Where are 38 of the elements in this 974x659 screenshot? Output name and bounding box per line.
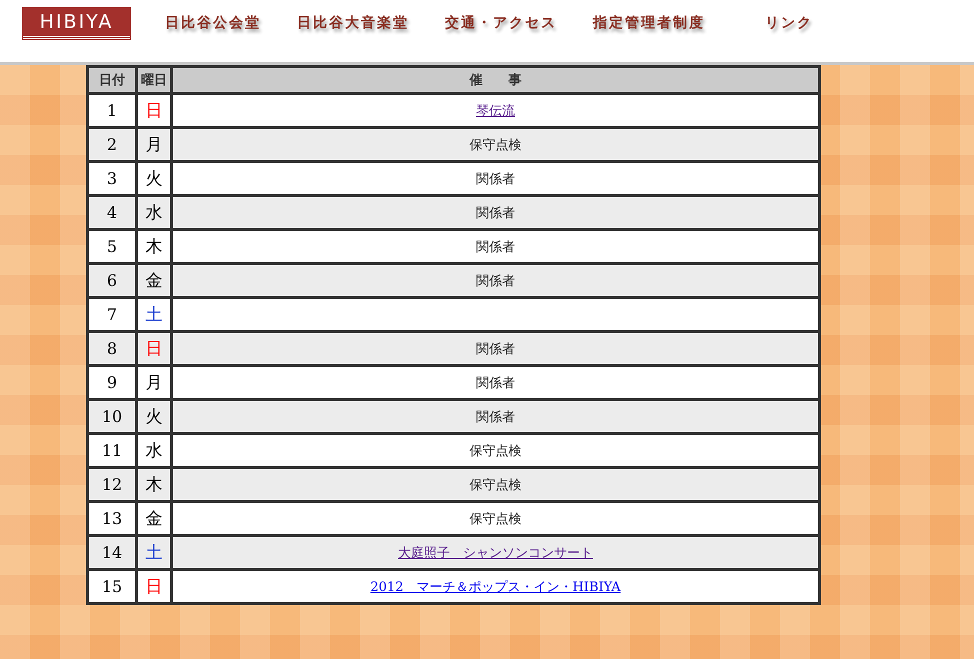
event-cell: 関係者 (172, 332, 820, 366)
date-cell: 1 (88, 94, 136, 128)
event-cell: 保守点検 (172, 502, 820, 536)
date-cell: 9 (88, 366, 136, 400)
date-cell: 3 (88, 162, 136, 196)
nav-link[interactable]: 日比谷公会堂 (165, 14, 261, 32)
column-header: 催 事 (172, 66, 820, 94)
date-cell: 10 (88, 400, 136, 434)
nav-link[interactable]: 交通・アクセス (445, 14, 557, 32)
event-cell: 保守点検 (172, 128, 820, 162)
date-cell: 8 (88, 332, 136, 366)
date-cell: 2 (88, 128, 136, 162)
date-cell: 7 (88, 298, 136, 332)
date-cell: 13 (88, 502, 136, 536)
nav-link[interactable]: リンク (765, 14, 813, 32)
event-cell: 関係者 (172, 400, 820, 434)
event-link[interactable]: 2012 マーチ＆ポップス・イン・HIBIYA (370, 580, 621, 594)
event-link[interactable]: 大庭照子 シャンソンコンサート (398, 546, 593, 560)
column-header: 日付 (88, 66, 136, 94)
event-cell: 保守点検 (172, 434, 820, 468)
date-cell: 12 (88, 468, 136, 502)
event-cell: 関係者 (172, 162, 820, 196)
event-cell: 関係者 (172, 366, 820, 400)
nav-link[interactable]: 指定管理者制度 (593, 14, 705, 32)
logo-link[interactable]: HIBIYA (23, 8, 130, 39)
date-cell: 4 (88, 196, 136, 230)
nav-link[interactable]: 日比谷大音楽堂 (297, 14, 409, 32)
event-cell: 保守点検 (172, 468, 820, 502)
column-header: 曜日 (136, 66, 172, 94)
date-cell: 11 (88, 434, 136, 468)
event-cell: 関係者 (172, 264, 820, 298)
date-cell: 6 (88, 264, 136, 298)
date-cell: 5 (88, 230, 136, 264)
date-cell: 15 (88, 570, 136, 604)
event-link[interactable]: 琴伝流 (476, 104, 515, 118)
event-cell: 関係者 (172, 230, 820, 264)
event-cell: 関係者 (172, 196, 820, 230)
date-cell: 14 (88, 536, 136, 570)
